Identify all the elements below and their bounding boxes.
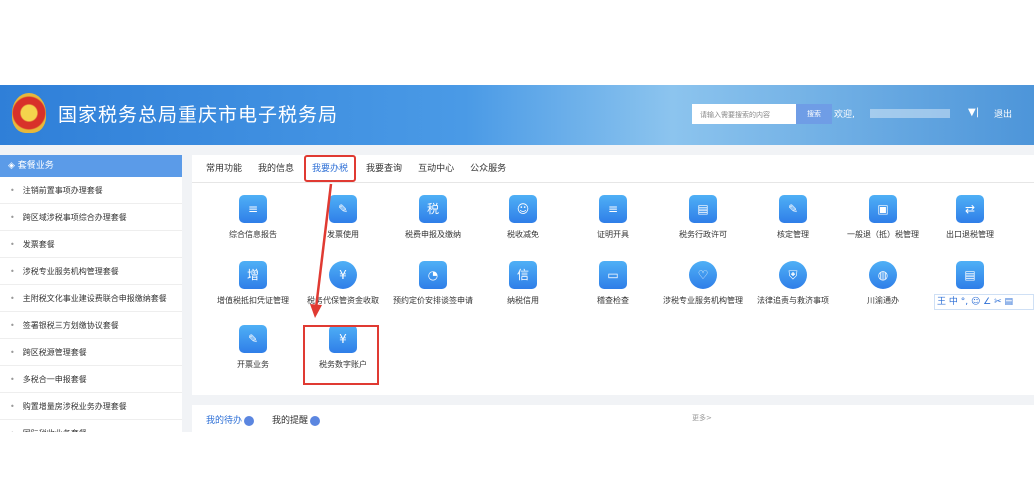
tab-reminder[interactable]: 我的提醒 [272,413,321,426]
todo-label: 我的待办 [206,416,243,426]
tab-todo[interactable]: 我的待办 [206,413,255,426]
bottom-panel: 我的待办 我的提醒 更多> [192,405,1034,432]
todo-badge [244,415,255,426]
ime-toolbar[interactable]: 王 中 °, ☺ ∠ ✂ ▤ [934,294,1034,310]
reminder-badge [310,415,321,426]
more-link[interactable]: 更多> [692,413,712,423]
reminder-label: 我的提醒 [272,416,309,426]
